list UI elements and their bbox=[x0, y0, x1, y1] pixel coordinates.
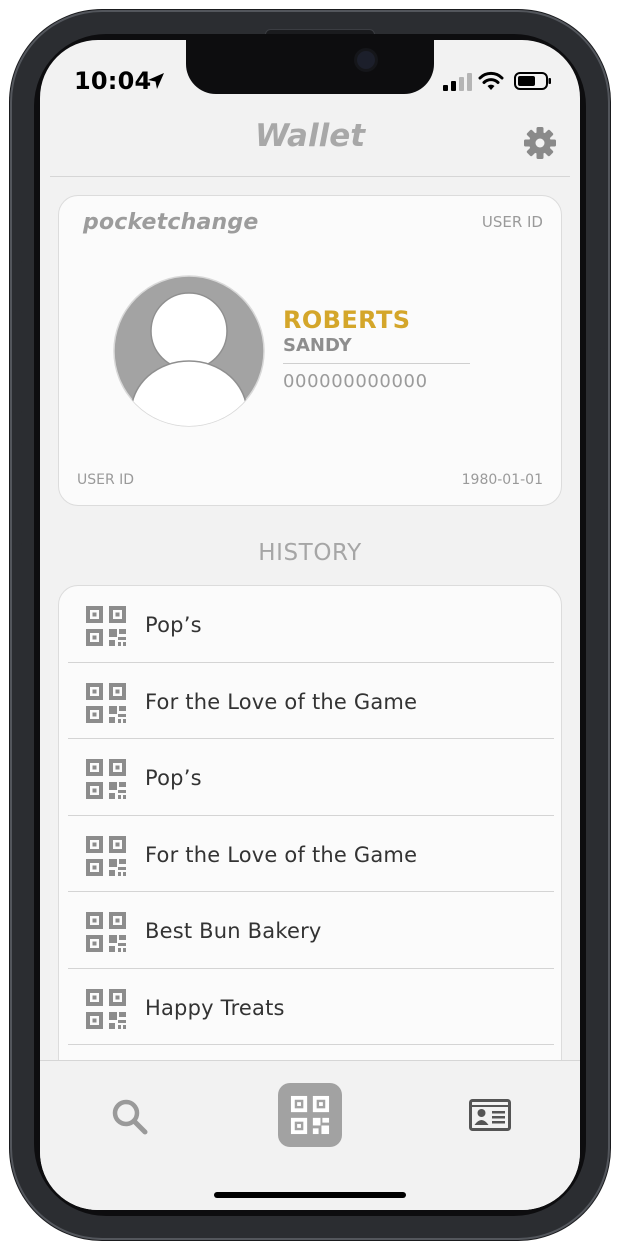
volume-up-button bbox=[13, 310, 22, 414]
scan-qr-tab[interactable] bbox=[278, 1083, 342, 1147]
user-id-label: USER ID bbox=[481, 213, 543, 231]
qr-code-icon bbox=[86, 606, 126, 646]
header-divider bbox=[50, 176, 570, 177]
member-id-card[interactable]: pocketchange USER ID ROBERTS SANDY 00000… bbox=[58, 195, 562, 506]
app-screen: 10:04 Wallet pocketchange USER ID ROBERT… bbox=[40, 40, 580, 1210]
name-divider bbox=[283, 363, 470, 364]
page-title: Wallet bbox=[254, 118, 366, 154]
location-arrow-icon bbox=[148, 73, 164, 89]
power-button bbox=[598, 348, 607, 510]
history-item[interactable]: Pop’s bbox=[59, 739, 561, 816]
history-item-label: Pop’s bbox=[145, 613, 202, 637]
id-number: 000000000000 bbox=[283, 371, 428, 392]
qr-code-icon bbox=[86, 988, 126, 1029]
mute-switch bbox=[13, 212, 22, 264]
first-name: SANDY bbox=[283, 335, 352, 356]
wifi-icon bbox=[478, 71, 504, 90]
history-item-label: For the Love of the Game bbox=[145, 689, 418, 714]
id-card-icon[interactable] bbox=[469, 1099, 511, 1131]
avatar-placeholder-icon bbox=[113, 275, 265, 427]
history-item[interactable]: Best Bun Bakery bbox=[59, 892, 561, 969]
cellular-signal-icon bbox=[443, 73, 472, 91]
front-camera bbox=[354, 48, 378, 72]
qr-code-icon bbox=[86, 682, 126, 723]
history-item[interactable]: Pop’s bbox=[59, 586, 561, 663]
history-item[interactable]: Happy Treats bbox=[59, 969, 561, 1045]
gear-icon[interactable] bbox=[523, 126, 557, 160]
history-item-label: Best Bun Bakery bbox=[145, 919, 322, 943]
notch bbox=[186, 40, 434, 94]
qr-code-icon bbox=[86, 759, 126, 799]
user-id-footer-label: USER ID bbox=[77, 472, 135, 488]
history-heading: HISTORY bbox=[258, 540, 362, 566]
history-item-label: Pop’s bbox=[145, 766, 202, 790]
history-item-label: Happy Treats bbox=[145, 995, 285, 1020]
qr-code-icon bbox=[86, 835, 126, 876]
brand-logo: pocketchange bbox=[83, 210, 259, 235]
last-name: ROBERTS bbox=[283, 306, 411, 334]
history-item[interactable]: For the Love of the Game bbox=[59, 663, 561, 739]
qr-code-icon bbox=[86, 912, 126, 952]
volume-down-button bbox=[13, 442, 22, 546]
status-time: 10:04 bbox=[74, 67, 152, 95]
search-icon[interactable] bbox=[110, 1097, 150, 1137]
home-indicator[interactable] bbox=[214, 1192, 406, 1198]
qr-code-icon bbox=[290, 1095, 330, 1135]
history-item-label: For the Love of the Game bbox=[145, 842, 418, 867]
history-item[interactable]: For the Love of the Game bbox=[59, 816, 561, 892]
battery-icon bbox=[514, 72, 551, 90]
date-of-birth: 1980-01-01 bbox=[461, 472, 543, 488]
tab-bar bbox=[40, 1060, 580, 1210]
